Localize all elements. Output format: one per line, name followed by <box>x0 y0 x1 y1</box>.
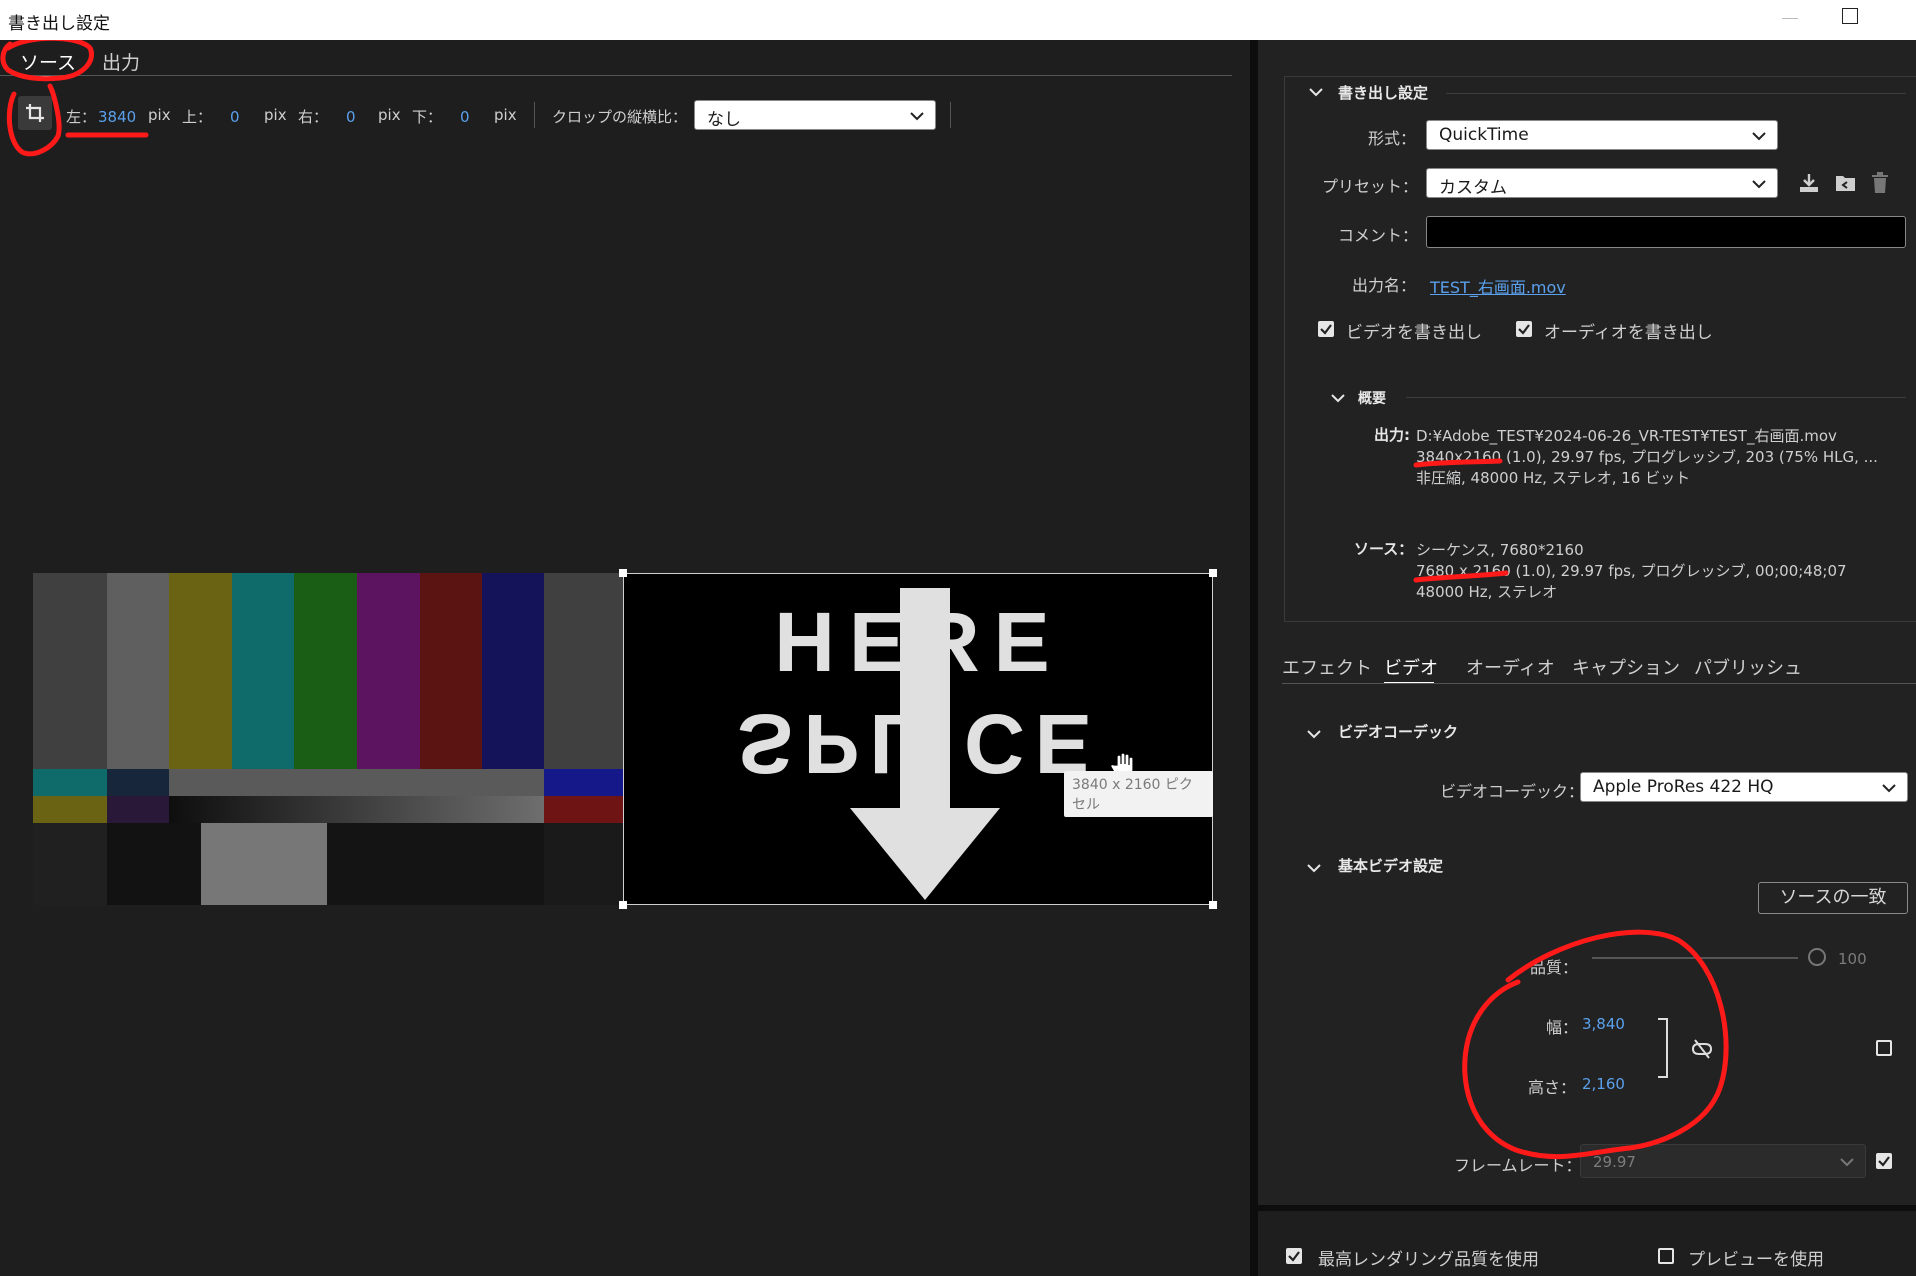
video-preview[interactable]: HERE SPLICE 3840 x 2160 ピクセル <box>33 569 1217 909</box>
use-previews-checkbox[interactable] <box>1658 1248 1674 1264</box>
annotation-marks <box>1413 458 1729 1160</box>
crop-handle-bottom-right[interactable] <box>1209 901 1217 909</box>
panel-divider[interactable] <box>1250 40 1258 1276</box>
export-settings-panel: 書き出し設定 形式： QuickTime プリセット： カスタム コメント： 出… <box>1258 40 1916 1276</box>
dimension-tooltip: 3840 x 2160 ピクセル <box>1064 771 1213 817</box>
color-bars-image <box>33 573 623 905</box>
minimize-button[interactable] <box>1778 6 1802 30</box>
use-previews-label: プレビューを使用 <box>1688 1250 1824 1270</box>
source-output-panel: ソース 出力 左： 3840 pix 上： 0 pix 右： 0 pix 下： … <box>0 40 1250 1276</box>
max-render-quality-label: 最高レンダリング品質を使用 <box>1318 1250 1539 1270</box>
title-bar: 書き出し設定 <box>0 0 1916 40</box>
splice-here-image: HERE SPLICE <box>623 573 1213 905</box>
annotation-marks <box>0 40 149 157</box>
crop-handle-top-left[interactable] <box>619 569 627 577</box>
maximize-button[interactable] <box>1842 8 1858 24</box>
checkmark-icon <box>1288 1251 1300 1262</box>
window-title: 書き出し設定 <box>8 14 110 34</box>
crop-handle-bottom-left[interactable] <box>619 901 627 909</box>
splice-top-text: HERE <box>774 595 1064 689</box>
max-render-quality-checkbox[interactable] <box>1286 1248 1302 1264</box>
crop-handle-top-right[interactable] <box>1209 569 1217 577</box>
